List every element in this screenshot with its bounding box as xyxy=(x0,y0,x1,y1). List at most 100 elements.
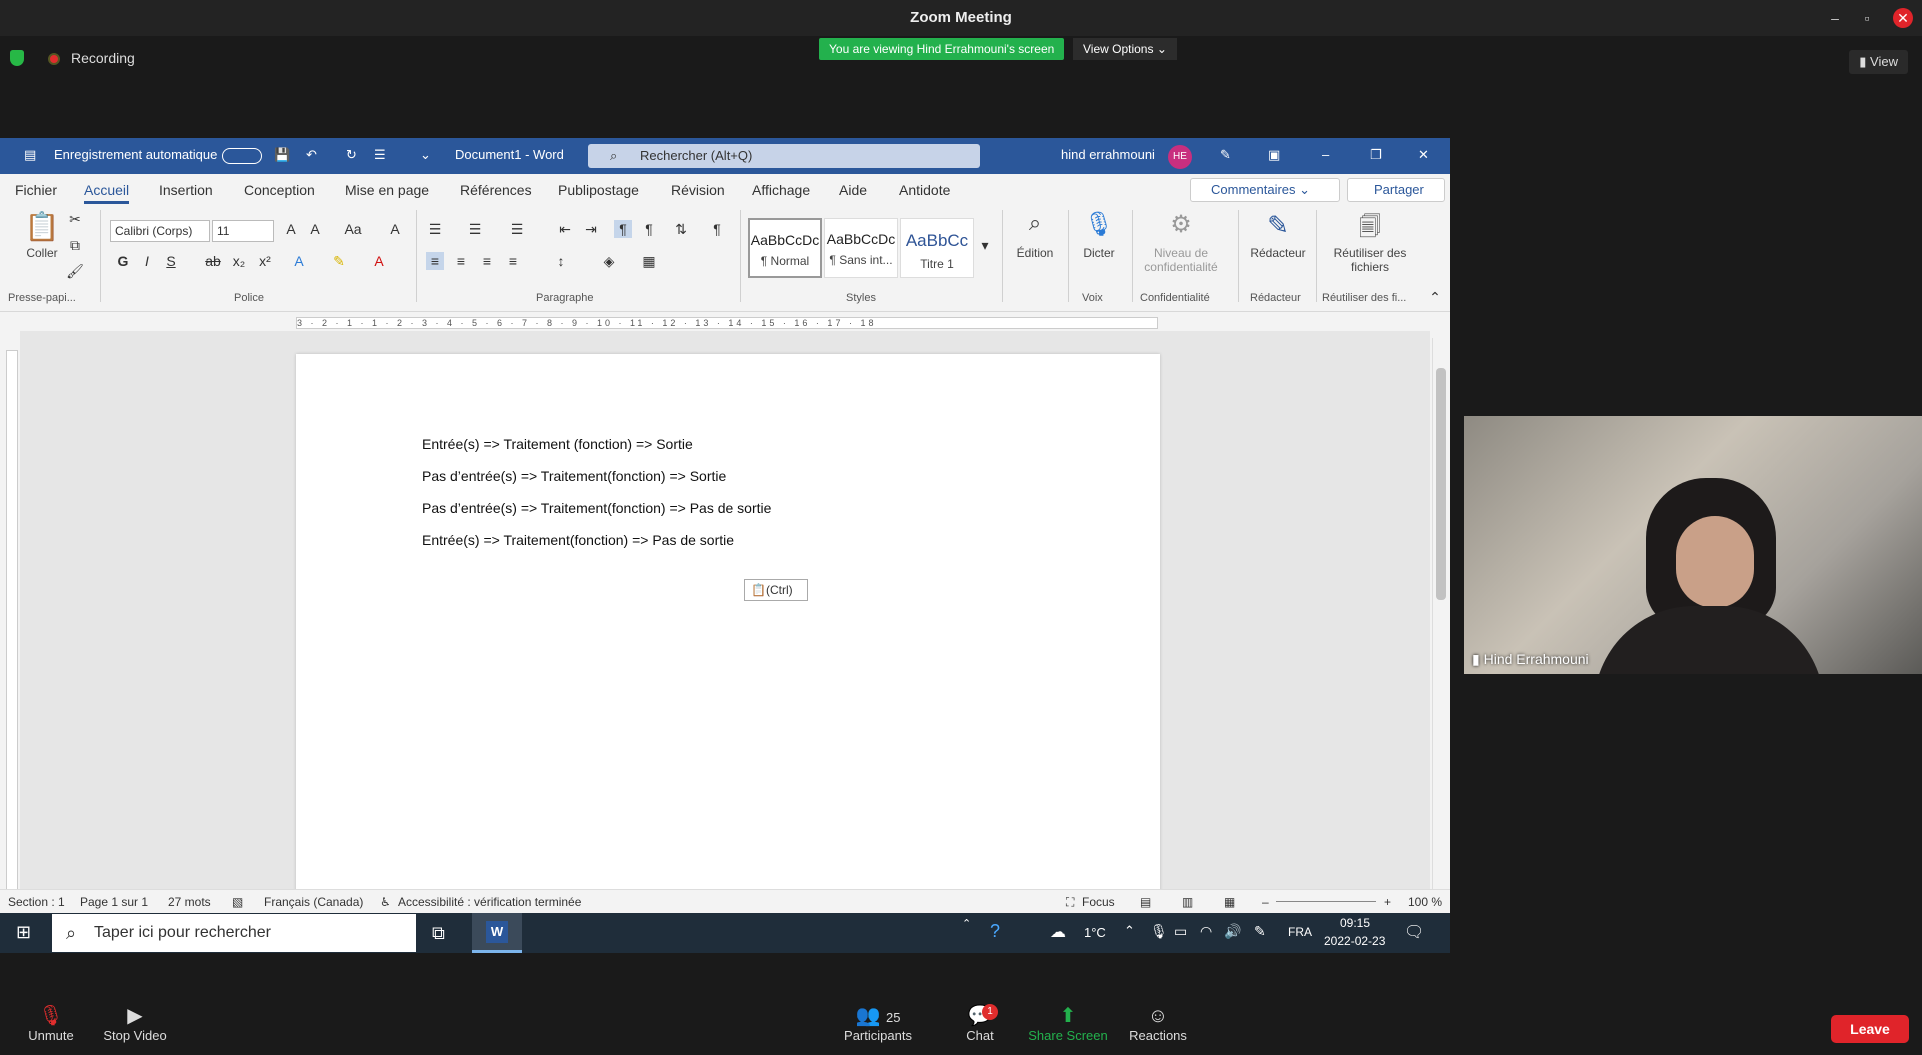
align-right-icon[interactable]: ≡ xyxy=(478,252,496,270)
vertical-ruler[interactable] xyxy=(6,350,18,898)
minimize-icon[interactable]: – xyxy=(1322,147,1329,162)
tab-fichier[interactable]: Fichier xyxy=(15,182,57,198)
tray-scroll-icon[interactable]: ⌃ xyxy=(962,917,971,930)
save-icon[interactable]: 💾 xyxy=(274,147,290,163)
italic-icon[interactable]: I xyxy=(138,252,156,270)
horizontal-ruler[interactable]: 3 · 2 · 1 · 1 · 2 · 3 · 4 · 5 · 6 · 7 · … xyxy=(0,313,1450,331)
editing-button[interactable]: ⌕ Édition xyxy=(1010,210,1060,260)
highlight-icon[interactable]: ✎ xyxy=(330,252,348,270)
web-layout-icon[interactable]: ▦ xyxy=(1224,895,1235,909)
collapse-ribbon-icon[interactable]: ⌃ xyxy=(1426,288,1444,306)
weather-icon[interactable]: ☁ xyxy=(1050,922,1066,942)
paste-button[interactable]: 📋 Coller xyxy=(20,210,64,260)
clock-time[interactable]: 09:15 xyxy=(1340,916,1370,930)
status-zoom[interactable]: 100 % xyxy=(1408,895,1442,909)
view-button[interactable]: ▮ View xyxy=(1849,50,1908,74)
shading-icon[interactable]: ◈ xyxy=(600,252,618,270)
paragraph-4[interactable]: Entrée(s) => Traitement(fonction) => Pas… xyxy=(422,532,734,548)
taskbar-word-app[interactable]: W xyxy=(472,913,522,953)
print-layout-icon[interactable]: ▥ xyxy=(1182,895,1193,909)
microphone-icon[interactable]: 🎙 xyxy=(1150,923,1168,940)
avatar[interactable]: HE xyxy=(1168,145,1192,169)
bold-icon[interactable]: G xyxy=(114,252,132,270)
scroll-thumb[interactable] xyxy=(1436,368,1446,600)
autosave-toggle[interactable] xyxy=(222,148,262,164)
text-effects-icon[interactable]: A xyxy=(290,252,308,270)
view-options-button[interactable]: View Options ⌄ xyxy=(1073,38,1177,60)
font-color-icon[interactable]: A xyxy=(370,252,388,270)
status-accessibility[interactable]: Accessibilité : vérification terminée xyxy=(398,895,581,909)
close-icon[interactable]: ✕ xyxy=(1418,147,1429,163)
input-language[interactable]: FRA xyxy=(1288,925,1312,939)
shrink-font-icon[interactable]: A xyxy=(306,220,324,238)
strikethrough-icon[interactable]: ab xyxy=(204,252,222,270)
list-icon[interactable]: ☰ xyxy=(374,147,386,163)
sensitivity-button[interactable]: ⚙ Niveau de confidentialité xyxy=(1138,210,1224,274)
show-hidden-icons-icon[interactable]: ⌃ xyxy=(1124,923,1135,939)
grow-font-icon[interactable]: A xyxy=(282,220,300,238)
status-section[interactable]: Section : 1 xyxy=(8,895,65,909)
wifi-icon[interactable]: ◠ xyxy=(1200,923,1212,940)
tab-revision[interactable]: Révision xyxy=(671,182,725,198)
focus-icon[interactable]: ⛶ xyxy=(1066,895,1074,910)
temperature[interactable]: 1°C xyxy=(1084,925,1106,940)
pen-icon[interactable]: ✎ xyxy=(1220,147,1231,163)
comments-button[interactable]: Commentaires ⌄ xyxy=(1190,178,1340,202)
read-mode-icon[interactable]: ▤ xyxy=(1140,895,1151,909)
proofing-icon[interactable]: ▧ xyxy=(232,895,243,909)
status-language[interactable]: Français (Canada) xyxy=(264,895,363,909)
zoom-in-icon[interactable]: + xyxy=(1384,895,1391,909)
style-no-spacing[interactable]: AaBbCcDc ¶ Sans int... xyxy=(824,218,898,278)
tab-mise-en-page[interactable]: Mise en page xyxy=(345,182,429,198)
style-normal[interactable]: AaBbCcDc ¶ Normal xyxy=(748,218,822,278)
align-left-icon[interactable]: ≡ xyxy=(426,252,444,270)
pilcrow-icon[interactable]: ¶ xyxy=(708,220,726,238)
paragraph-3[interactable]: Pas d’entrée(s) => Traitement(fonction) … xyxy=(422,500,771,516)
editor-button[interactable]: ✎ Rédacteur xyxy=(1244,210,1312,260)
shield-icon[interactable] xyxy=(10,50,24,66)
taskbar-search[interactable]: ⌕ Taper ici pour rechercher xyxy=(52,914,416,952)
reuse-files-button[interactable]: 🗐 Réutiliser des fichiers xyxy=(1322,210,1418,274)
tab-antidote[interactable]: Antidote xyxy=(899,182,950,198)
clear-format-icon[interactable]: A xyxy=(386,220,404,238)
underline-icon[interactable]: S xyxy=(162,252,180,270)
customize-icon[interactable]: ⌄ xyxy=(420,147,431,163)
line-spacing-icon[interactable]: ↕ xyxy=(552,252,570,270)
format-painter-icon[interactable]: 🖌 xyxy=(66,262,84,280)
dictate-button[interactable]: 🎙 Dicter xyxy=(1074,210,1124,260)
change-case-icon[interactable]: Aa xyxy=(338,220,368,238)
sort-icon[interactable]: ⇅ xyxy=(672,220,690,238)
status-page[interactable]: Page 1 sur 1 xyxy=(80,895,148,909)
zoom-out-icon[interactable]: – xyxy=(1262,895,1269,909)
tab-insertion[interactable]: Insertion xyxy=(159,182,213,198)
status-words[interactable]: 27 mots xyxy=(168,895,211,909)
tab-accueil[interactable]: Accueil xyxy=(84,182,130,204)
windows-start-icon[interactable]: ⊞ xyxy=(16,922,31,943)
pen-workspace-icon[interactable]: ✎ xyxy=(1254,923,1266,940)
borders-icon[interactable]: ▦ xyxy=(640,252,658,270)
tab-aide[interactable]: Aide xyxy=(839,182,867,198)
bullets-icon[interactable]: ☰ xyxy=(426,220,444,238)
participants-button[interactable]: 👥 25 Participants xyxy=(838,1004,918,1043)
document-page[interactable]: Entrée(s) => Traitement (fonction) => So… xyxy=(296,354,1160,894)
stop-video-button[interactable]: ▶ Stop Video xyxy=(100,1004,170,1043)
redo-icon[interactable]: ↻ xyxy=(346,147,357,163)
tab-references[interactable]: Références xyxy=(460,182,532,198)
paragraph-2[interactable]: Pas d’entrée(s) => Traitement(fonction) … xyxy=(422,468,726,484)
font-size-select[interactable]: 11 xyxy=(212,220,274,242)
vertical-scrollbar[interactable] xyxy=(1432,338,1448,894)
restore-icon[interactable]: ▫ xyxy=(1857,8,1877,28)
task-view-icon[interactable]: ⧉ xyxy=(432,923,445,944)
share-button[interactable]: Partager xyxy=(1347,178,1445,202)
tab-affichage[interactable]: Affichage xyxy=(752,182,810,198)
tab-conception[interactable]: Conception xyxy=(244,182,315,198)
font-name-select[interactable]: Calibri (Corps) xyxy=(110,220,210,242)
rtl-icon[interactable]: ¶ xyxy=(640,220,658,238)
participant-video[interactable]: ▮ Hind Errahmouni xyxy=(1464,416,1922,674)
word-search-box[interactable]: ⌕ Rechercher (Alt+Q) xyxy=(588,144,980,168)
cut-icon[interactable]: ✂ xyxy=(66,210,84,228)
justify-icon[interactable]: ≡ xyxy=(504,252,522,270)
subscript-icon[interactable]: x₂ xyxy=(230,252,248,270)
minimize-icon[interactable]: – xyxy=(1825,8,1845,28)
share-screen-button[interactable]: ⬆ Share Screen xyxy=(1026,1004,1110,1043)
